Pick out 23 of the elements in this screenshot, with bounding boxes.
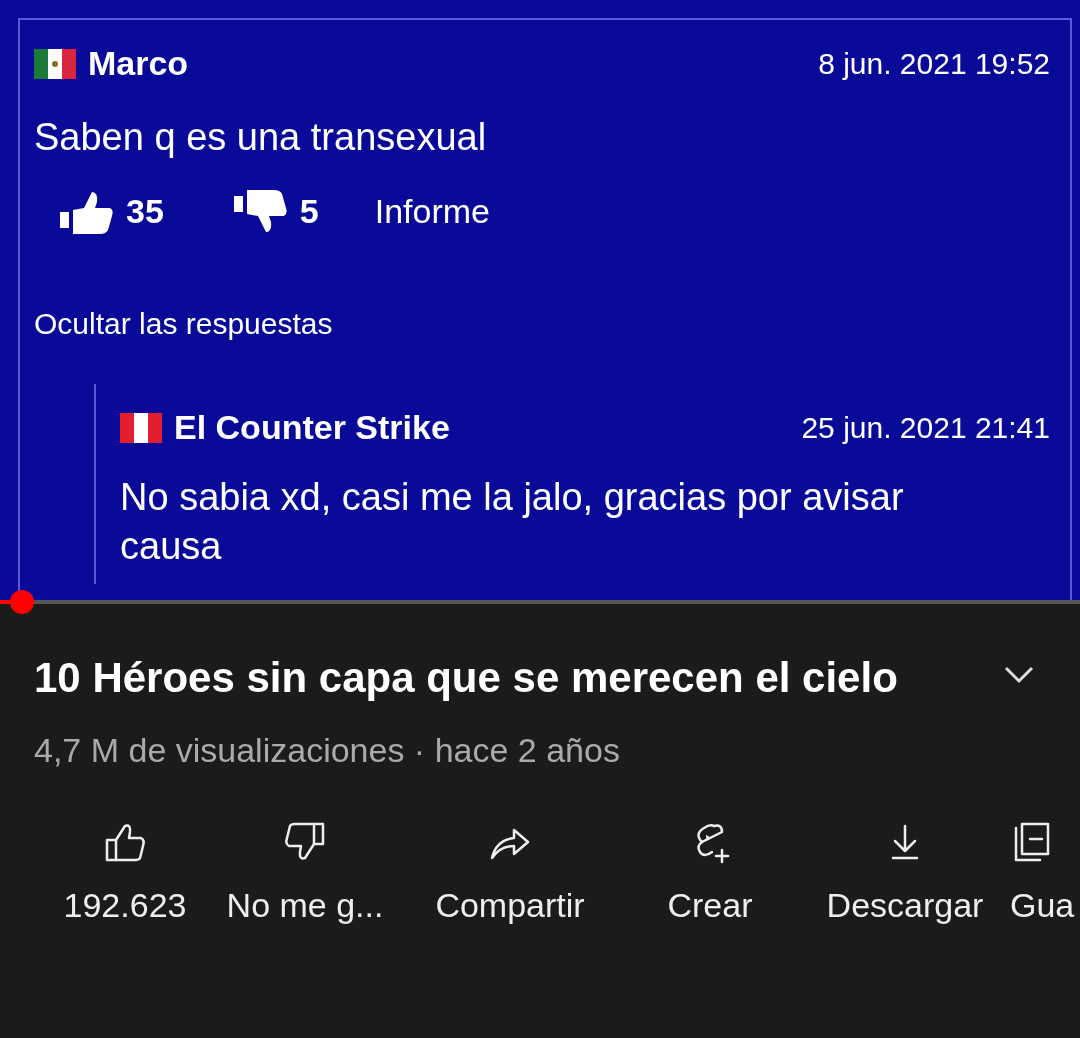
- comment-date: 8 jun. 2021 19:52: [818, 46, 1050, 82]
- video-title: 10 Héroes sin capa que se merecen el cielo: [34, 653, 899, 703]
- dislike-count: 5: [299, 191, 319, 232]
- thumbs-down-icon[interactable]: [233, 189, 288, 234]
- download-button[interactable]: Descargar: [800, 820, 1010, 932]
- reply-text: No sabia xd, casi me la jalo, gracias por avisar causa: [120, 475, 905, 570]
- video-meta: 4,7 M de visualizaciones · hace 2 años: [33, 730, 621, 772]
- dislike-button[interactable]: No me g...: [210, 820, 400, 932]
- share-button[interactable]: Compartir: [400, 820, 620, 932]
- reply-date: 25 jun. 2021 21:41: [801, 410, 1050, 446]
- like-button[interactable]: 192.623: [40, 820, 210, 932]
- reply-author: El Counter Strike: [174, 407, 450, 448]
- comment-author: Marco: [88, 43, 189, 84]
- flag-icon: [120, 412, 162, 443]
- like-count: 35: [126, 191, 164, 232]
- flag-icon: [34, 48, 76, 79]
- report-link[interactable]: Informe: [374, 186, 490, 237]
- thumbs-up-icon[interactable]: [60, 189, 114, 234]
- create-button[interactable]: Crear: [620, 820, 800, 932]
- chevron-down-icon[interactable]: [1004, 666, 1034, 684]
- save-button[interactable]: Gua: [1010, 820, 1080, 932]
- hide-replies-link[interactable]: Ocultar las respuestas: [34, 301, 333, 346]
- comment-text: Saben q es una transexual: [34, 115, 488, 160]
